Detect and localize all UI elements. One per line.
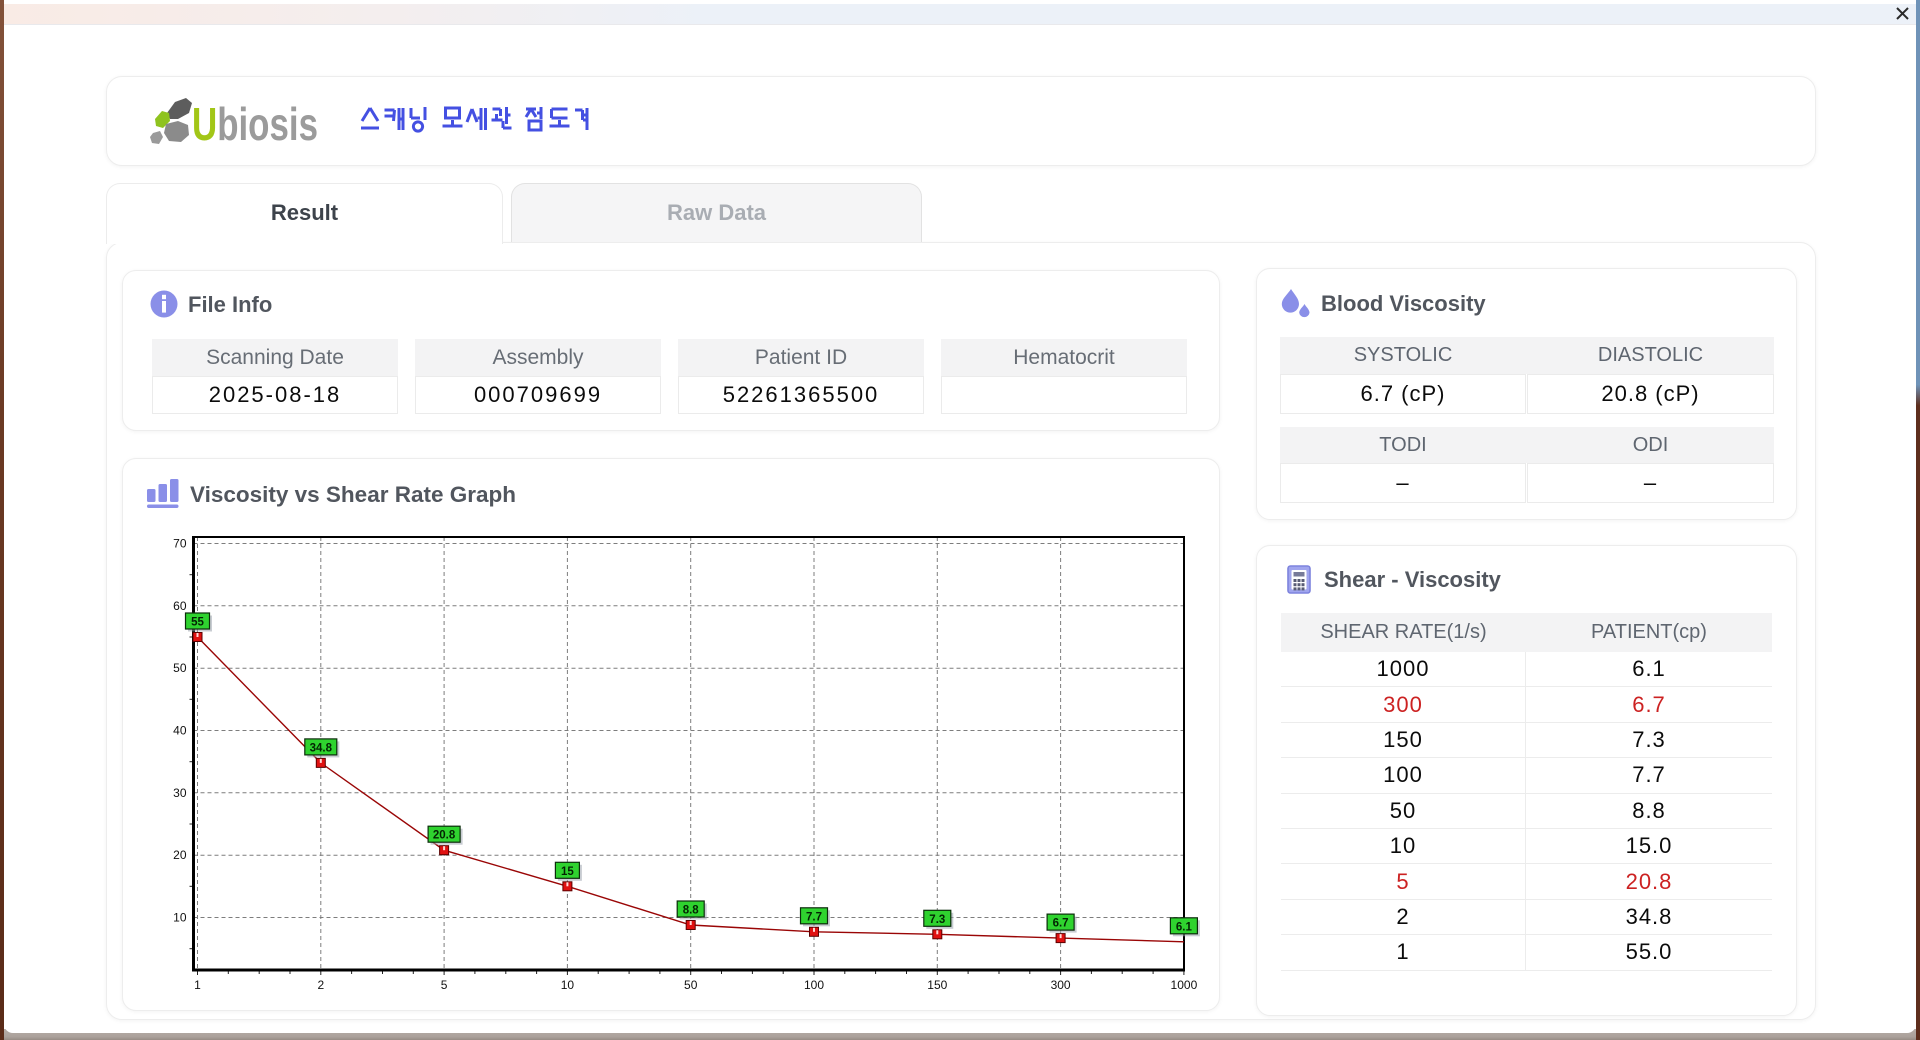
svg-text:7.7: 7.7	[806, 911, 822, 923]
svg-text:20.8: 20.8	[433, 830, 456, 842]
svg-text:15: 15	[561, 866, 574, 878]
svg-text:1: 1	[194, 978, 201, 992]
svg-text:50: 50	[684, 978, 698, 992]
svg-text:55: 55	[191, 617, 204, 629]
svg-text:10: 10	[561, 978, 575, 992]
svg-text:150: 150	[927, 978, 947, 992]
svg-text:70: 70	[173, 537, 187, 551]
svg-text:30: 30	[173, 786, 187, 800]
svg-text:8.8: 8.8	[683, 905, 700, 917]
svg-text:50: 50	[173, 661, 187, 675]
svg-text:60: 60	[173, 599, 187, 613]
svg-text:20: 20	[173, 848, 187, 862]
svg-text:40: 40	[173, 724, 187, 738]
svg-text:5: 5	[441, 978, 448, 992]
svg-text:10: 10	[173, 911, 187, 925]
svg-text:300: 300	[1051, 978, 1071, 992]
svg-text:100: 100	[804, 978, 824, 992]
svg-text:7.3: 7.3	[929, 914, 945, 926]
svg-text:6.1: 6.1	[1176, 921, 1193, 933]
svg-text:34.8: 34.8	[310, 742, 333, 754]
svg-text:6.7: 6.7	[1053, 918, 1069, 930]
svg-text:1000: 1000	[1171, 978, 1198, 992]
svg-text:Ubiosis: Ubiosis	[192, 98, 318, 150]
svg-text:2: 2	[317, 978, 324, 992]
